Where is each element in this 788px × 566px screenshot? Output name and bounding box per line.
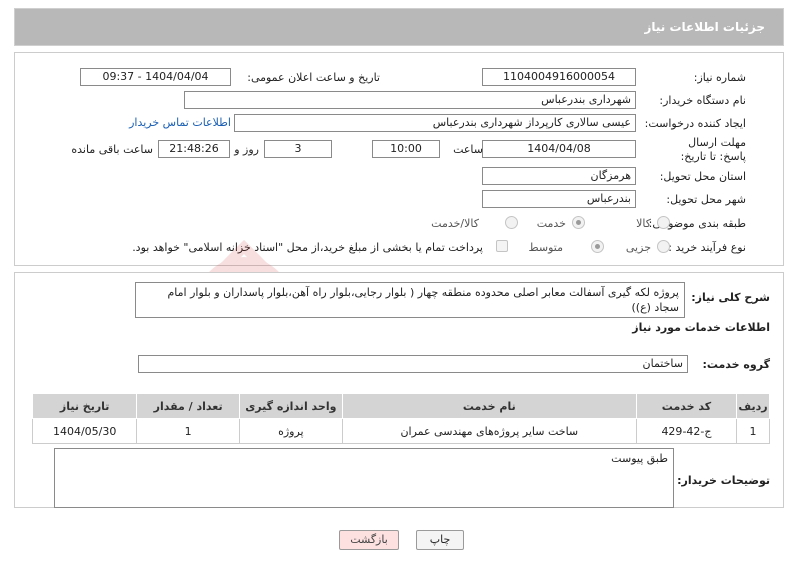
col-row: ردیف (736, 393, 770, 419)
category-option-service-radio[interactable] (572, 216, 585, 229)
description-label: شرح کلی نیاز: (691, 291, 770, 304)
process-option-minor-label: جزیی (625, 241, 651, 254)
buyer-field: شهرداری بندرعباس (184, 91, 636, 109)
city-label: شهر محل تحویل: (666, 193, 746, 206)
announce-date-label: تاریخ و ساعت اعلان عمومی: (247, 71, 380, 84)
page-title: جزئیات اطلاعات نیاز (644, 20, 765, 34)
back-button[interactable]: بازگشت (339, 530, 399, 550)
creator-field: عیسی سالاری کارپرداز شهرداری بندرعباس (234, 114, 636, 132)
col-qty: تعداد / مقدار (136, 393, 240, 419)
services-section-title: اطلاعات خدمات مورد نیاز (632, 321, 770, 334)
process-option-minor-radio[interactable] (657, 240, 670, 253)
need-number-field: 1104004916000054 (482, 68, 636, 86)
category-option-goods-radio[interactable] (657, 216, 670, 229)
buyer-label: نام دستگاه خریدار: (659, 94, 746, 107)
province-label: استان محل تحویل: (659, 170, 746, 183)
cell-code: ج-42-429 (635, 418, 738, 444)
process-label: نوع فرآیند خرید : (668, 241, 746, 254)
category-option-goods-label: کالا (636, 217, 651, 230)
service-group-label: گروه خدمت: (702, 358, 770, 371)
col-unit: واحد اندازه گیری (239, 393, 343, 419)
buyer-notes-textarea[interactable]: طبق پیوست (54, 448, 674, 508)
city-field: بندرعباس (482, 190, 636, 208)
time-remaining-label: ساعت باقی مانده (71, 143, 153, 156)
table-row: 1 ج-42-429 ساخت سایر پروژه‌های مهندسی عم… (31, 418, 770, 444)
print-button[interactable]: چاپ (416, 530, 464, 550)
col-code: کد خدمت (635, 393, 738, 419)
province-field: هرمزگان (482, 167, 636, 185)
deadline-time-label: ساعت (453, 143, 483, 156)
deadline-time-field: 10:00 (372, 140, 440, 158)
cell-row: 1 (736, 418, 770, 444)
services-table-header: ردیف کد خدمت نام خدمت واحد اندازه گیری ت… (31, 393, 770, 419)
days-remaining-field: 3 (264, 140, 332, 158)
col-name: نام خدمت (341, 393, 637, 419)
cell-qty: 1 (136, 418, 240, 444)
days-label: روز و (234, 143, 259, 156)
buyer-notes-label: توضیحات خریدار: (677, 474, 770, 487)
cell-unit: پروژه (239, 418, 343, 444)
treasury-payment-checkbox[interactable] (496, 240, 508, 252)
process-option-medium-label: متوسط (528, 241, 563, 254)
service-group-field: ساختمان (138, 355, 688, 373)
services-table: ردیف کد خدمت نام خدمت واحد اندازه گیری ت… (31, 393, 770, 444)
cell-date: 1404/05/30 (31, 418, 138, 444)
cell-name: ساخت سایر پروژه‌های مهندسی عمران (341, 418, 637, 444)
time-remaining-field: 21:48:26 (158, 140, 230, 158)
deadline-date-field: 1404/04/08 (482, 140, 636, 158)
process-option-medium-radio[interactable] (591, 240, 604, 253)
treasury-payment-note: پرداخت تمام یا بخشی از مبلغ خرید،از محل … (132, 241, 483, 254)
category-option-both-radio[interactable] (505, 216, 518, 229)
description-textarea[interactable]: پروژه لکه گیری آسفالت معابر اصلی محدوده … (135, 282, 685, 318)
category-option-both-label: کالا/خدمت (431, 217, 479, 230)
category-option-service-label: خدمت (536, 217, 566, 230)
deadline-label: مهلت ارسال پاسخ: تا تاریخ: (680, 136, 746, 163)
page-header: جزئیات اطلاعات نیاز (14, 8, 784, 46)
creator-label: ایجاد کننده درخواست: (644, 117, 746, 130)
announce-date-field: 1404/04/04 - 09:37 (80, 68, 231, 86)
buyer-contact-link[interactable]: اطلاعات تماس خریدار (129, 116, 231, 129)
col-date: تاریخ نیاز (31, 393, 138, 419)
need-number-label: شماره نیاز: (693, 71, 746, 84)
